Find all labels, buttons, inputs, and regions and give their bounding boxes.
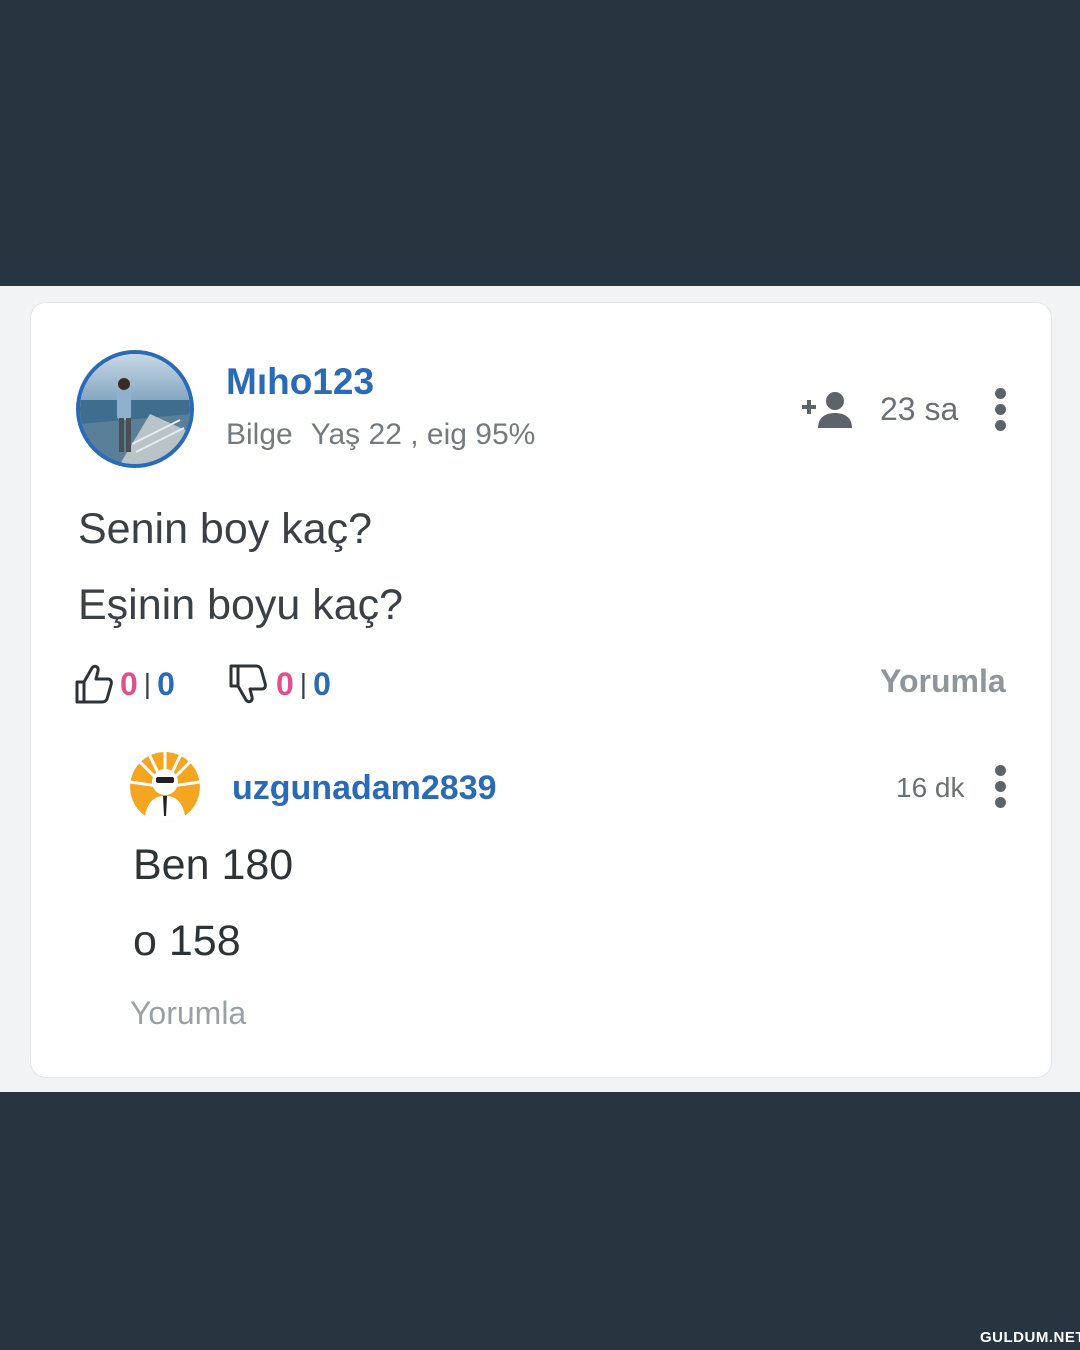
author-username[interactable]: Mıho123: [226, 360, 374, 404]
post-comment-button[interactable]: Yorumla: [880, 660, 1006, 702]
add-friend-button[interactable]: [800, 390, 856, 428]
like-button[interactable]: 0 | 0: [74, 662, 175, 706]
like-count-b: 0: [157, 666, 175, 702]
like-count-a: 0: [120, 666, 138, 702]
add-person-icon: [802, 392, 852, 428]
avatar-photo: [80, 354, 190, 464]
author-avatar[interactable]: [76, 350, 194, 468]
reply-avatar-image: [130, 752, 200, 822]
like-separator: |: [143, 668, 152, 699]
post-timestamp: 23 sa: [880, 391, 959, 427]
reply-avatar[interactable]: [130, 752, 200, 822]
thumbs-up-icon: [75, 664, 113, 704]
dislike-count-b: 0: [313, 666, 331, 702]
site-watermark: GULDUM.NET: [980, 1329, 1080, 1346]
post-more-options-icon[interactable]: [995, 388, 1007, 431]
reply-more-options-icon[interactable]: [995, 765, 1007, 808]
author-rank: Bilge: [226, 418, 293, 451]
reply-comment-button[interactable]: Yorumla: [130, 992, 246, 1034]
post-text-line: Eşinin boyu kaç?: [78, 581, 404, 629]
dislike-count-a: 0: [276, 666, 294, 702]
thumbs-down-icon: [229, 664, 267, 704]
author-meta: Bilge Yaş 22 , eig 95%: [226, 414, 535, 456]
dislike-separator: |: [299, 668, 308, 699]
reply-text-line: Ben 180: [133, 841, 294, 889]
author-age-info: Yaş 22 , eig 95%: [310, 418, 536, 451]
reply-username[interactable]: uzgunadam2839: [232, 766, 497, 810]
reply-timestamp: 16 dk: [896, 772, 965, 803]
reply-text-line: o 158: [133, 917, 241, 965]
dislike-button[interactable]: 0 | 0: [228, 662, 331, 706]
post-text-line: Senin boy kaç?: [78, 505, 373, 553]
